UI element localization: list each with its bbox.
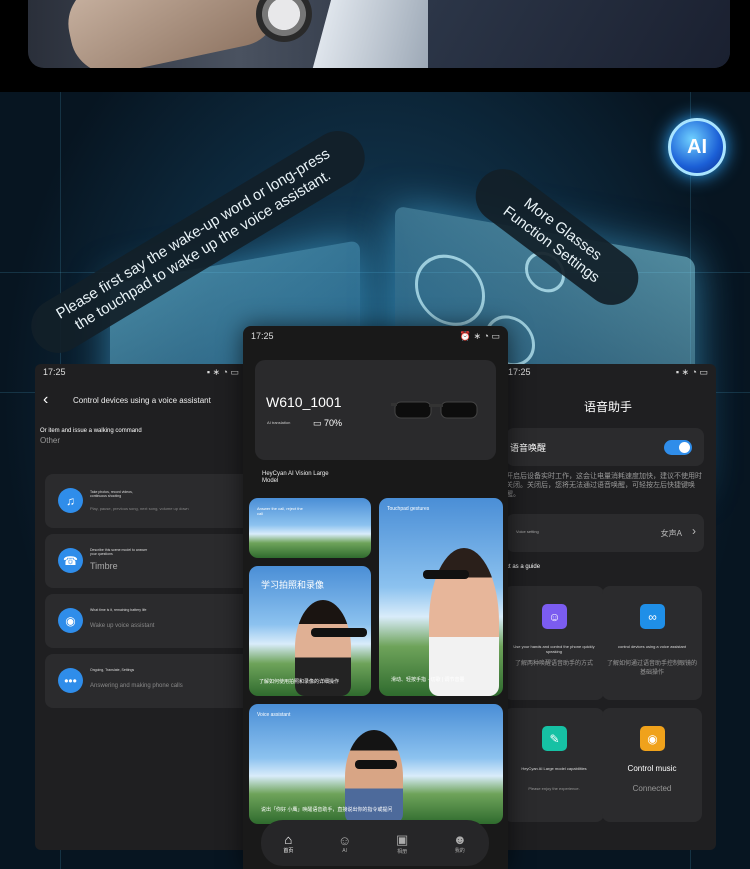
card-hint: control devices using a voice assistant [617,644,687,649]
ai-badge-icon: AI [668,118,726,176]
call-tile-label: Answer the call, reject the call [257,506,303,516]
tab-home-label: 首页 [283,848,294,854]
status-bar: 17:25 ▪ ∗ ◔ ▭ [35,364,247,380]
top-photo [0,0,750,92]
status-icons: ▪ ∗ ◔ ▭ [675,366,708,377]
page-title: Control devices using a voice assistant [73,395,211,405]
learn-tile-title: 学习拍照和录像 [261,580,325,590]
item-label: Wake up voice assistant [90,623,155,629]
status-icons: ⏰ ∗ ◔ ▭ [459,330,500,341]
guide-card[interactable]: ☺ Use your hands and control the phone q… [504,586,604,700]
item-hint: Describe this scene model to answer your… [90,548,148,556]
item-hint: What time is it, remaining battery life [90,608,147,612]
card-hint: HeyCyan AI Large model capabilities [521,766,587,771]
tab-ai-label: AI [342,847,348,854]
tab-ai[interactable]: ☺ AI [338,833,351,854]
profile-icon: ☻ [452,832,467,847]
note-icon: ✎ [542,726,567,751]
touchpad-tile[interactable]: Touchpad gestures 滑动、轻按手指 · 切歌 | 调节音量 [379,498,503,696]
voice-wake-label: 语音唤醒 [510,443,547,453]
call-tile[interactable]: Answer the call, reject the call [249,498,371,558]
tab-profile-label: 我的 [454,848,465,854]
tab-album-label: 相册 [397,848,408,855]
album-icon: ▣ [395,831,409,847]
robot-face-icon: ☺ [542,604,567,629]
item-label: Answering and making phone calls [90,683,183,689]
voice-assistant-tile[interactable]: Voice assistant 说出「你好 小鹰」唤醒语音助手，直接说出你的指令… [249,704,503,824]
chevron-right-icon: › [692,524,696,538]
learn-tile-foot: 了解如何使用拍照和录像的详细操作 [259,679,340,685]
phone-icon: ☎ [58,548,83,573]
camera-icon: ◉ [58,608,83,633]
home-icon: ⌂ [284,832,293,847]
voice-setting-row[interactable]: Voice setting 女声A › [506,514,704,552]
jacket-sleeve [428,0,730,68]
sunglasses-icon [355,760,397,769]
voice-wake-toggle[interactable] [664,440,692,455]
ring-icon [415,249,485,332]
back-arrow-icon[interactable]: ‹ [43,391,73,409]
tab-profile[interactable]: ☻ 我的 [453,832,467,854]
learn-tile[interactable]: 学习拍照和录像 了解如何使用拍照和录像的详细操作 [249,566,371,696]
voice-setting-value: 女声A [660,529,682,538]
voice-setting-label: Voice setting [516,529,539,534]
tab-album[interactable]: ▣ 相册 [396,832,408,855]
guide-card[interactable]: ∞ control devices using a voice assistan… [602,586,702,700]
card-desc: Please enjoy the experience. [528,786,580,791]
guide-card[interactable]: ✎ HeyCyan AI Large model capabilities Pl… [504,708,604,822]
middle-phone-screen: 17:25 ⏰ ∗ ◔ ▭ W610_1001 AI translation ▭… [243,326,508,869]
card-desc: Connected [632,784,672,793]
status-time: 17:25 [43,367,66,377]
voice-tile-label: Voice assistant [257,712,291,718]
page-title: 语音助手 [583,400,632,414]
music-note-icon: ♫ [58,488,83,513]
glasses-icon [391,401,478,419]
list-item[interactable]: ♫ Take photos, record videos, continuous… [45,474,247,528]
guide-card[interactable]: ◉ Control music Connected [602,708,702,822]
more-icon: ••• [58,668,83,693]
status-time: 17:25 [251,331,274,341]
left-phone-screen: 17:25 ▪ ∗ ◔ ▭ ‹ Control devices using a … [35,364,247,850]
list-item[interactable]: ◉ What time is it, remaining battery lif… [45,594,247,648]
page-header: ‹ Control devices using a voice assistan… [35,380,247,420]
robot-icon: ☺ [338,832,352,848]
section-label: HeyCyan AI Vision Large Model [262,471,329,484]
card-title: Control music [627,764,677,773]
battery-percent: 70% [324,418,343,428]
sunglasses-icon [423,570,469,579]
device-name: W610_1001 [266,394,342,410]
bottom-tab-bar: ⌂ 首页 ☺ AI ▣ 相册 ☻ 我的 [261,820,489,866]
right-phone-screen: 17:25 ▪ ∗ ◔ ▭ 语音助手 语音唤醒 开启后设备实时工作，这会让电量消… [500,364,716,850]
device-card[interactable]: W610_1001 AI translation ▭ 70% [255,360,496,460]
list-item[interactable]: ☎ Describe this scene model to answer yo… [45,534,247,588]
glasses-icon: ∞ [640,604,665,629]
wrist-watch-photo [28,0,730,68]
status-bar: 17:25 ▪ ∗ ◔ ▭ [500,364,716,380]
sunglasses-icon [311,628,367,637]
item-label: Play, pause, previous song, next song, v… [90,506,189,511]
ai-translation-label: AI translation [267,420,291,425]
status-bar: 17:25 ⏰ ∗ ◔ ▭ [243,326,508,342]
guide-label: Act as a guide [502,564,541,570]
other-label: Other [40,436,61,445]
command-hint: Or item and issue a walking command [40,428,142,434]
item-hint: Ongoing, Translate, Settings [90,668,135,672]
item-label: Timbre [90,561,118,571]
voice-tile-foot: 说出「你好 小鹰」唤醒语音助手，直接说出你的指令或提问 [261,807,393,813]
touchpad-tile-label: Touchpad gestures [387,506,430,512]
item-hint: Take photos, record videos, continuous s… [90,490,133,498]
tab-home[interactable]: ⌂ 首页 [283,832,293,854]
battery-level: ▭ 70% [313,418,343,428]
eye-icon: ◉ [640,726,665,751]
touchpad-tile-foot: 滑动、轻按手指 · 切歌 | 调节音量 [391,677,465,683]
status-icons: ▪ ∗ ◔ ▭ [206,366,239,377]
status-time: 17:25 [508,367,531,377]
voice-wake-row[interactable]: 语音唤醒 [506,428,704,466]
card-desc: 了解如何通过语音助手控制眼镜的基础操作 [606,661,697,676]
card-desc: 了解两种唤醒语音助手的方式 [514,661,593,667]
hand-shape [60,0,286,68]
card-hint: Use your hands and control the phone qui… [513,644,595,654]
voice-wake-description: 开启后设备实时工作，这会让电量消耗速度加快，建议不使用时关闭。关闭后，您将无法通… [506,473,702,498]
list-item[interactable]: ••• Ongoing, Translate, Settings Answeri… [45,654,247,708]
